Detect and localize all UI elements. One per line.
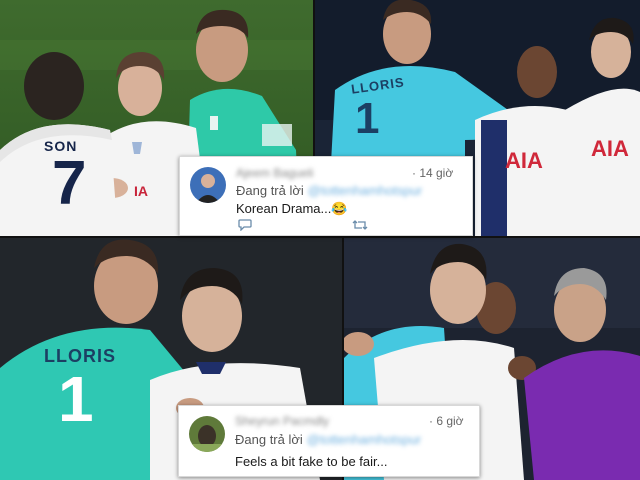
replying-to-line: Đang trả lời @tottenhamhotspur [235,432,421,447]
jersey-number-lloris: 1 [355,94,380,143]
reply-icon[interactable] [238,219,252,234]
sponsor-aia-moura: AIA [505,148,543,173]
comment-text: Feels a bit fake to be fair... [235,454,388,469]
replying-to-handle[interactable]: @tottenhamhotspur [307,432,421,447]
jersey-number-son: 7 [52,149,87,218]
sponsor-fragment: IA [134,183,148,199]
commenter-avatar [189,416,225,452]
commenter-avatar [190,167,226,203]
reply-comment-card-2: Sheyrun Pacmdly · 6 giờ Đang trả lời @tot… [178,405,480,477]
reply-comment-card-1: Ajeem Bagueli · 14 giờ Đang trả lời @tott… [179,156,473,236]
comment-timestamp: · 6 giờ [429,414,464,428]
replying-to-label: Đang trả lời [235,432,303,447]
jersey-number-lloris: 1 [58,363,94,435]
replying-to-label: Đang trả lời [236,183,304,198]
replying-to-line: Đang trả lời @tottenhamhotspur [236,183,422,198]
retweet-icon[interactable] [352,219,368,234]
commenter-name[interactable]: Ajeem Bagueli [236,166,313,180]
comment-timestamp: · 14 giờ [412,166,454,180]
sponsor-aia-son: AIA [591,136,629,161]
commenter-name[interactable]: Sheyrun Pacmdly [235,414,329,428]
comment-text: Korean Drama...😂 [236,201,348,216]
replying-to-handle[interactable]: @tottenhamhotspur [308,183,422,198]
